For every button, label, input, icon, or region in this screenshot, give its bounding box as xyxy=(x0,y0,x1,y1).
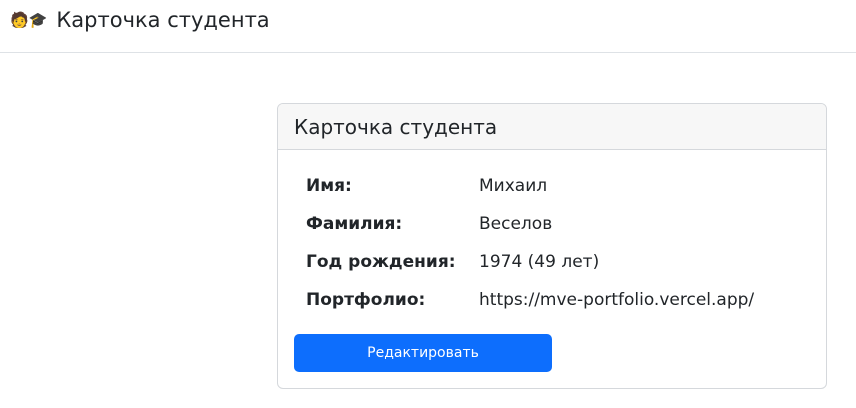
field-portfolio: Портфолио: https://mve-portfolio.vercel.… xyxy=(306,288,754,312)
student-card: Карточка студента Имя: Михаил Фамилия: В… xyxy=(277,103,827,389)
field-birth-year: Год рождения: 1974 (49 лет) xyxy=(306,250,599,274)
card-title: Карточка студента xyxy=(294,114,498,139)
top-navbar: 🧑 🎓 Карточка студента xyxy=(0,0,856,53)
app-title: Карточка студента xyxy=(56,8,270,32)
field-last-name: Фамилия: Веселов xyxy=(306,212,552,236)
student-face-icon: 🧑 xyxy=(10,11,29,29)
field-value: 1974 (49 лет) xyxy=(479,252,600,272)
graduation-cap-icon: 🎓 xyxy=(28,11,48,29)
navbar-brand[interactable]: 🧑 🎓 Карточка студента xyxy=(10,7,270,33)
field-first-name: Имя: Михаил xyxy=(306,174,547,198)
field-label: Год рождения: xyxy=(306,252,456,272)
edit-button[interactable]: Редактировать xyxy=(294,334,552,372)
field-label: Имя: xyxy=(306,176,352,196)
field-value: Михаил xyxy=(479,176,548,196)
field-value: Веселов xyxy=(479,214,553,234)
field-label: Портфолио: xyxy=(306,290,426,310)
portfolio-link[interactable]: https://mve-portfolio.vercel.app/ xyxy=(479,290,754,310)
field-label: Фамилия: xyxy=(306,214,403,234)
card-header: Карточка студента xyxy=(278,104,826,150)
